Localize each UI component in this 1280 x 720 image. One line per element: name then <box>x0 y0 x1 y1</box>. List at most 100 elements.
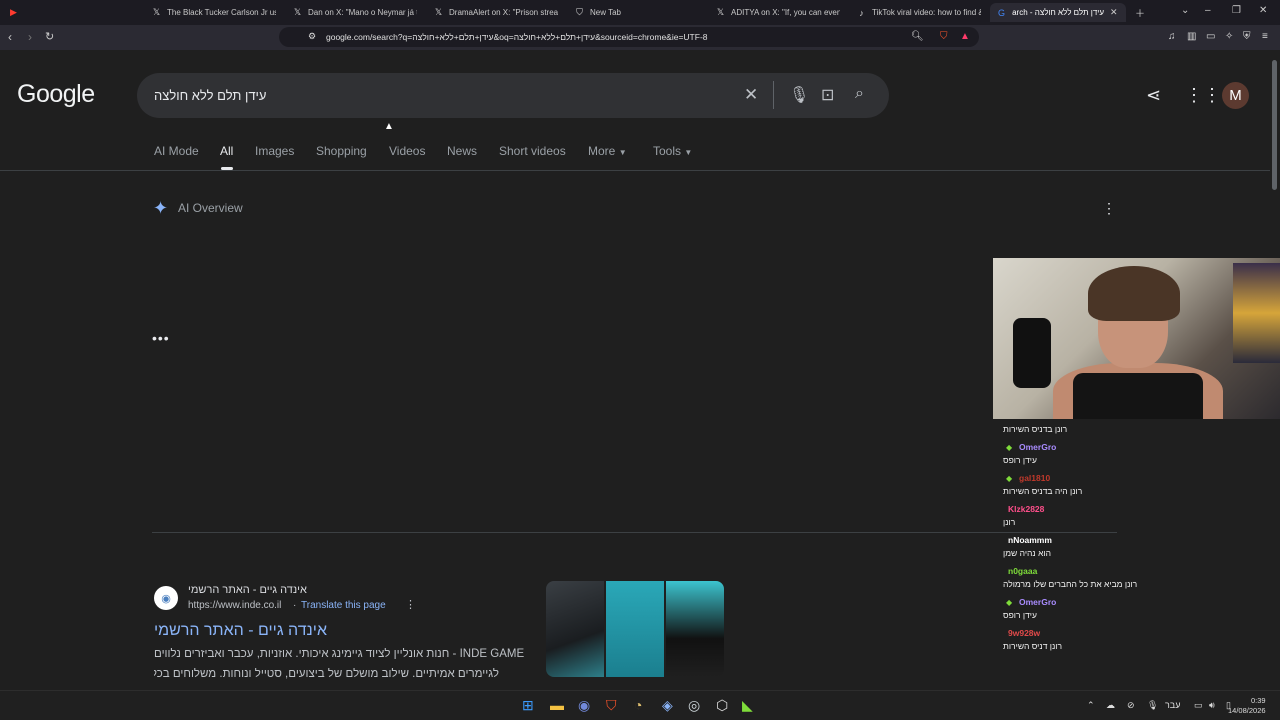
chat-message: רונן בדניס השירות <box>1003 424 1068 434</box>
windows-start-icon[interactable]: ⊞ <box>522 697 534 714</box>
browser-tab[interactable]: 𝕏 Dan on X: "Mano o Neymar já te <box>292 3 417 22</box>
sparkle-icon: ✦ <box>153 198 169 218</box>
badge-icon: ◆ <box>1006 443 1013 452</box>
steam-icon[interactable]: ◎ <box>688 697 700 714</box>
wall-poster <box>1233 263 1280 363</box>
result-thumbnails[interactable] <box>546 581 724 677</box>
language-indicator[interactable]: עבר <box>1165 700 1180 710</box>
site-info-icon[interactable]: ⚙ <box>308 31 316 42</box>
chat-username: OmerGro <box>1019 442 1057 452</box>
tray-chevron-icon[interactable]: ⌃ <box>1087 700 1095 711</box>
app-icon[interactable]: ◣ <box>742 697 753 714</box>
browser-tab[interactable]: ⛉ New Tab <box>574 3 699 22</box>
apps-grid-icon[interactable]: ⋮⋮ <box>1185 85 1221 106</box>
lens-icon[interactable]: ⊡ <box>821 85 834 105</box>
youtube-tab[interactable]: ▶ <box>8 3 28 22</box>
forward-icon[interactable]: › <box>28 30 32 44</box>
brave-icon[interactable]: ⛉ <box>606 697 617 714</box>
site-favicon-icon[interactable]: ◉ <box>154 586 178 610</box>
tiktok-icon: ♪ <box>859 7 864 18</box>
translate-link[interactable]: Translate this page <box>301 600 386 611</box>
file-explorer-icon[interactable]: ▬ <box>550 697 564 713</box>
menu-icon[interactable]: ≡ <box>1262 31 1268 42</box>
close-tab-icon[interactable]: ✕ <box>1110 7 1118 18</box>
google-logo[interactable]: Google <box>17 80 95 109</box>
more-options-icon[interactable]: ⋮ <box>1102 200 1116 217</box>
url-text[interactable]: google.com/search?q=עידן+תלם+ללא+חולצה&o… <box>326 32 708 42</box>
minimize-icon[interactable]: – <box>1205 5 1211 16</box>
chat-message: רונן דניס השירות <box>1003 641 1063 651</box>
tab-videos[interactable]: Videos <box>389 144 425 158</box>
scrollbar[interactable] <box>1272 60 1277 190</box>
browser-tab[interactable]: 𝕏 DramaAlert on X: "Prison stream <box>433 3 558 22</box>
brave-rewards-icon[interactable]: ▲ <box>960 31 970 42</box>
result-title-link[interactable]: אינדה גיים - האתר הרשמי <box>154 622 327 640</box>
thumbnail-image[interactable] <box>546 581 604 677</box>
back-icon[interactable]: ‹ <box>8 30 12 44</box>
browser-tab[interactable]: ♪ TikTok viral video: how to find & <box>856 3 981 22</box>
browser-tab-strip: ▶ 𝕏 The Black Tucker Carlson Jr us on 𝕏 Da… <box>0 0 1280 25</box>
tab-title: Dan on X: "Mano o Neymar já te <box>308 8 417 17</box>
browser-tab[interactable]: 𝕏 ADITYA on X: "If, you can even w <box>715 3 840 22</box>
chat-message: רונן <box>1003 517 1016 527</box>
search-input[interactable]: עידן תלם ללא חולצה <box>154 88 266 103</box>
tray-mic-icon[interactable]: 🎙︎ <box>1147 700 1158 711</box>
result-options-icon[interactable]: ⋮ <box>405 598 416 611</box>
microphone-icon[interactable]: 🎙︎ <box>789 85 809 105</box>
tools-label: Tools <box>653 144 682 158</box>
chevron-down-icon[interactable]: ⌄ <box>1181 5 1189 16</box>
volume-icon[interactable]: 🔊︎ <box>1209 700 1215 711</box>
tray-app-icon[interactable]: ☁ <box>1106 700 1115 711</box>
tab-news[interactable]: News <box>447 144 477 158</box>
app-icon[interactable]: ◈ <box>662 697 673 714</box>
zoom-icon[interactable]: 🔍︎ <box>911 31 924 42</box>
result-site-name[interactable]: אינדה גיים - האתר הרשמי <box>188 584 307 596</box>
result-url[interactable]: https://www.inde.co.il <box>188 600 281 611</box>
network-icon[interactable]: ▭ <box>1194 700 1203 711</box>
tab-all[interactable]: All <box>220 144 233 158</box>
divider <box>773 81 774 109</box>
tab-ai-mode[interactable]: AI Mode <box>154 144 199 158</box>
system-clock[interactable]: 0:39 14/08/2026 <box>1228 696 1266 716</box>
browser-tab[interactable]: 𝕏 The Black Tucker Carlson Jr us on <box>151 3 276 22</box>
chat-message: רונן היה בדניס השירות <box>1003 486 1083 496</box>
wallet-icon[interactable]: ▭ <box>1206 31 1215 42</box>
tab-more[interactable]: More ▼ <box>588 144 627 158</box>
tab-title: TikTok viral video: how to find & <box>872 8 981 17</box>
app-icon[interactable]: ◔ <box>634 697 642 713</box>
leo-ai-icon[interactable]: ✧ <box>1225 31 1233 42</box>
sidebar-icon[interactable]: ▥ <box>1187 31 1196 42</box>
thumbnail-image[interactable] <box>666 581 724 677</box>
tab-title: New Tab <box>590 8 621 17</box>
vpn-icon[interactable]: ⛨ <box>1243 31 1251 42</box>
new-tab-icon[interactable]: ＋ <box>1135 5 1145 20</box>
tools-button[interactable]: Tools ▼ <box>653 144 692 158</box>
app-icon[interactable]: ⬡ <box>716 697 728 714</box>
discord-icon[interactable]: ◉ <box>578 697 590 714</box>
clear-icon[interactable]: ✕ <box>744 85 758 105</box>
chat-username: 9w928w <box>1008 628 1041 638</box>
badge-icon: ◆ <box>1006 598 1013 607</box>
clock-date: 14/08/2026 <box>1228 706 1266 715</box>
ai-overview-label: AI Overview <box>178 201 243 215</box>
window-close-icon[interactable]: ✕ <box>1259 5 1267 16</box>
reload-icon[interactable]: ↻ <box>45 30 54 43</box>
tab-title: The Black Tucker Carlson Jr us on <box>167 8 276 17</box>
chat-message: עידן רופס <box>1003 455 1037 465</box>
brave-shield-icon[interactable]: ⛉ <box>940 31 948 42</box>
tab-images[interactable]: Images <box>255 144 294 158</box>
header-divider <box>0 170 1270 171</box>
badge-icon: ◆ <box>1006 474 1013 483</box>
avatar[interactable]: M <box>1222 82 1249 109</box>
tab-shopping[interactable]: Shopping <box>316 144 367 158</box>
x-icon: 𝕏 <box>152 7 161 17</box>
thumbnail-image[interactable] <box>606 581 664 677</box>
browser-tab-active[interactable]: G עידן תלם ללא חולצה - Search ✕ <box>990 3 1126 22</box>
search-icon[interactable]: ⌕ <box>855 85 864 103</box>
x-icon: 𝕏 <box>293 7 302 17</box>
tray-app-icon[interactable]: ⊘ <box>1127 700 1135 711</box>
media-icon[interactable]: ♫ <box>1168 31 1176 42</box>
maximize-icon[interactable]: ❐ <box>1232 5 1241 16</box>
share-icon[interactable]: ⋖ <box>1146 85 1161 106</box>
tab-short-videos[interactable]: Short videos <box>499 144 566 158</box>
